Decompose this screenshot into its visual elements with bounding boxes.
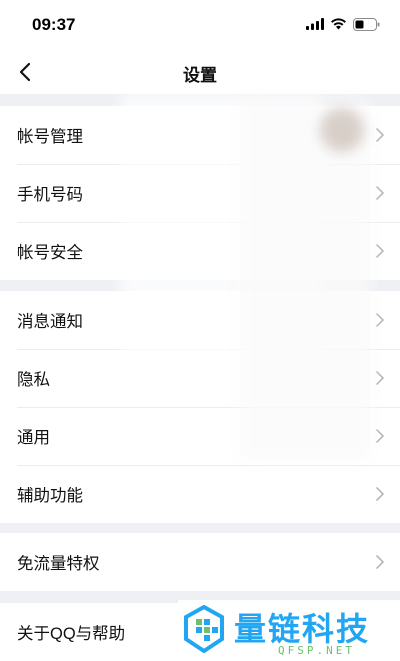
blurred-avatar bbox=[320, 108, 364, 152]
page-title: 设置 bbox=[183, 66, 217, 85]
chevron-right-icon bbox=[376, 186, 384, 200]
settings-item-accessibility[interactable]: 辅助功能 bbox=[0, 465, 400, 523]
chevron-right-icon bbox=[376, 244, 384, 258]
blur-overlay bbox=[240, 100, 370, 460]
chevron-right-icon bbox=[376, 128, 384, 142]
nav-bar: 设置 bbox=[0, 50, 400, 94]
watermark-subtitle: QFSP.NET bbox=[278, 644, 355, 657]
settings-item-label: 关于QQ与帮助 bbox=[17, 625, 126, 643]
settings-item-label: 隐私 bbox=[17, 371, 50, 389]
status-time: 09:37 bbox=[32, 15, 76, 34]
status-bar: 09:37 bbox=[0, 0, 400, 50]
chevron-right-icon bbox=[376, 371, 384, 385]
cellular-signal-icon bbox=[306, 18, 324, 30]
wifi-icon bbox=[331, 18, 346, 30]
battery-icon bbox=[353, 17, 380, 31]
settings-group-data: 免流量特权 bbox=[0, 533, 400, 591]
settings-item-label: 手机号码 bbox=[17, 186, 83, 204]
chevron-right-icon bbox=[376, 429, 384, 443]
chevron-right-icon bbox=[376, 487, 384, 501]
settings-item-label: 帐号管理 bbox=[17, 128, 83, 146]
chevron-right-icon bbox=[376, 555, 384, 569]
settings-item-label: 辅助功能 bbox=[17, 487, 83, 505]
status-icons bbox=[306, 17, 380, 31]
settings-item-label: 消息通知 bbox=[17, 313, 83, 331]
settings-item-label: 通用 bbox=[17, 429, 50, 447]
settings-item-label: 帐号安全 bbox=[17, 244, 83, 262]
chevron-right-icon bbox=[376, 313, 384, 327]
watermark: 量链科技 QFSP.NET bbox=[178, 600, 400, 661]
watermark-logo-icon bbox=[184, 605, 224, 653]
settings-item-label: 免流量特权 bbox=[17, 555, 100, 573]
settings-item-free-data[interactable]: 免流量特权 bbox=[0, 533, 400, 591]
